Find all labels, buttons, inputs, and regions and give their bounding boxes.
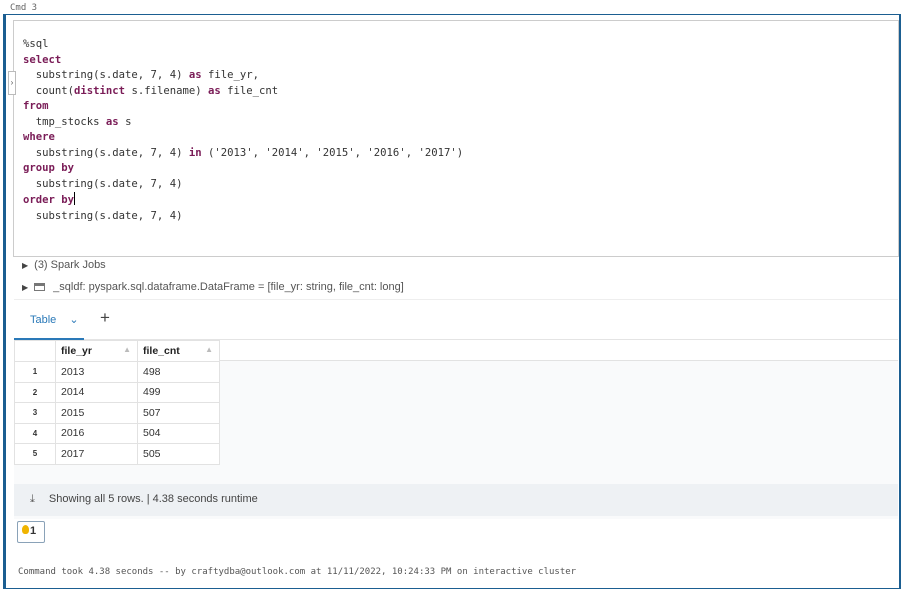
table-cell: 2014 bbox=[55, 381, 138, 403]
keyword: distinct bbox=[74, 84, 126, 97]
table-cell: 2016 bbox=[55, 422, 138, 444]
table-icon bbox=[34, 283, 46, 291]
code-token: tmp_stocks bbox=[23, 115, 106, 128]
table-cell: 2013 bbox=[55, 361, 138, 383]
code-line: substring(s.date, 7, 4) as file_yr, bbox=[23, 68, 463, 84]
row-number: 1 bbox=[14, 361, 56, 383]
command-took: Command took 4.38 seconds -- by craftydb… bbox=[18, 567, 577, 577]
result-table: file_yr ▲ file_cnt ▲ 1 2013 498 2 2014 499 3 2015… bbox=[14, 340, 220, 465]
sort-icon[interactable]: ▲ bbox=[123, 345, 131, 354]
table-cell: 498 bbox=[137, 361, 220, 383]
result-footer: ⤓ Showing all 5 rows. | 4.38 seconds runt… bbox=[14, 484, 898, 516]
sql-code[interactable]: %sql select substring(s.date, 7, 4) as fi… bbox=[23, 37, 463, 224]
column-label: file_yr bbox=[61, 345, 92, 357]
spark-jobs-label: (3) Spark Jobs bbox=[34, 259, 106, 271]
code-token: substring(s.date, 7, 4) bbox=[23, 177, 183, 190]
footer-status: Showing all 5 rows. | 4.38 seconds runti… bbox=[48, 493, 258, 505]
dataframe-toggle[interactable]: ▶ _sqldf: pyspark.sql.dataframe.DataFrame… bbox=[22, 281, 404, 293]
expand-icon: ▶ bbox=[22, 283, 29, 292]
code-token: %sql bbox=[23, 38, 49, 50]
code-line: %sql bbox=[23, 37, 463, 53]
column-header-file-cnt[interactable]: file_cnt ▲ bbox=[137, 340, 220, 362]
tab-table[interactable]: Table ⌄ bbox=[14, 300, 84, 340]
keyword: as bbox=[207, 84, 221, 97]
keyword: as bbox=[105, 115, 119, 128]
dataframe-schema: _sqldf: pyspark.sql.dataframe.DataFrame … bbox=[53, 281, 404, 293]
row-number: 3 bbox=[14, 402, 56, 424]
cell-label: Cmd 3 bbox=[10, 3, 38, 13]
column-label: file_cnt bbox=[143, 345, 180, 357]
table-cell: 505 bbox=[137, 443, 220, 465]
table-cell: 2015 bbox=[55, 402, 138, 424]
code-token: substring(s.date, 7, 4) bbox=[23, 69, 189, 81]
text-cursor bbox=[74, 192, 76, 205]
code-line: group by bbox=[23, 161, 463, 177]
code-line: substring(s.date, 7, 4) bbox=[23, 177, 463, 193]
result-tabs: Table ⌄ + bbox=[14, 300, 898, 340]
code-token: file_cnt bbox=[220, 84, 279, 97]
hints-button[interactable]: 1 bbox=[17, 521, 45, 543]
keyword: where bbox=[23, 131, 55, 143]
row-number: 4 bbox=[14, 422, 56, 444]
column-header-file-yr[interactable]: file_yr ▲ bbox=[55, 340, 138, 362]
code-line: tmp_stocks as s bbox=[23, 115, 463, 131]
hint-count: 1 bbox=[30, 525, 37, 537]
lightbulb-icon bbox=[22, 525, 29, 534]
table-row: 2 2014 499 bbox=[14, 381, 220, 403]
result-panel: Table ⌄ + file_yr ▲ file_cnt ▲ 1 2013 498 2 20… bbox=[14, 299, 898, 519]
code-line: from bbox=[23, 99, 463, 115]
add-visualization-button[interactable]: + bbox=[100, 308, 110, 328]
code-line: substring(s.date, 7, 4) in ('2013', '201… bbox=[23, 146, 463, 162]
code-token: file_yr, bbox=[201, 69, 259, 81]
row-number-header bbox=[14, 340, 56, 362]
code-line: substring(s.date, 7, 4) bbox=[23, 209, 463, 225]
keyword: from bbox=[23, 100, 49, 112]
keyword: order by bbox=[23, 194, 75, 206]
spark-jobs-toggle[interactable]: ▶ (3) Spark Jobs bbox=[22, 259, 106, 271]
code-token: count( bbox=[23, 84, 75, 97]
code-token: ('2013', '2014', '2015', '2016', '2017') bbox=[201, 146, 464, 159]
sort-icon[interactable]: ▲ bbox=[205, 345, 213, 354]
row-number: 5 bbox=[14, 443, 56, 465]
code-token: substring(s.date, 7, 4) bbox=[23, 209, 183, 222]
keyword: in bbox=[188, 146, 202, 159]
code-line: order by bbox=[23, 192, 463, 209]
code-line: select bbox=[23, 53, 463, 69]
download-icon[interactable]: ⤓ bbox=[30, 493, 35, 505]
tab-label: Table bbox=[30, 314, 57, 326]
chevron-down-icon[interactable]: ⌄ bbox=[69, 314, 78, 326]
expand-icon: ▶ bbox=[22, 261, 29, 270]
code-editor[interactable]: › %sql select substring(s.date, 7, 4) as … bbox=[8, 20, 899, 257]
table-cell: 499 bbox=[137, 381, 220, 403]
table-row: 1 2013 498 bbox=[14, 361, 220, 383]
collapse-handle[interactable]: › bbox=[8, 71, 16, 95]
table-header-row: file_yr ▲ file_cnt ▲ bbox=[14, 340, 220, 362]
code-token: substring(s.date, 7, 4) bbox=[23, 146, 189, 159]
table-row: 5 2017 505 bbox=[14, 443, 220, 465]
table-row: 4 2016 504 bbox=[14, 422, 220, 444]
table-cell: 2017 bbox=[55, 443, 138, 465]
code-line: where bbox=[23, 130, 463, 146]
table-cell: 504 bbox=[137, 422, 220, 444]
code-line: count(distinct s.filename) as file_cnt bbox=[23, 84, 463, 100]
row-number: 2 bbox=[14, 381, 56, 403]
keyword: group by bbox=[23, 162, 75, 174]
keyword: select bbox=[23, 53, 62, 66]
keyword: as bbox=[188, 69, 202, 81]
code-token: s bbox=[118, 115, 132, 128]
table-cell: 507 bbox=[137, 402, 220, 424]
code-token: s.filename) bbox=[125, 84, 208, 97]
table-row: 3 2015 507 bbox=[14, 402, 220, 424]
